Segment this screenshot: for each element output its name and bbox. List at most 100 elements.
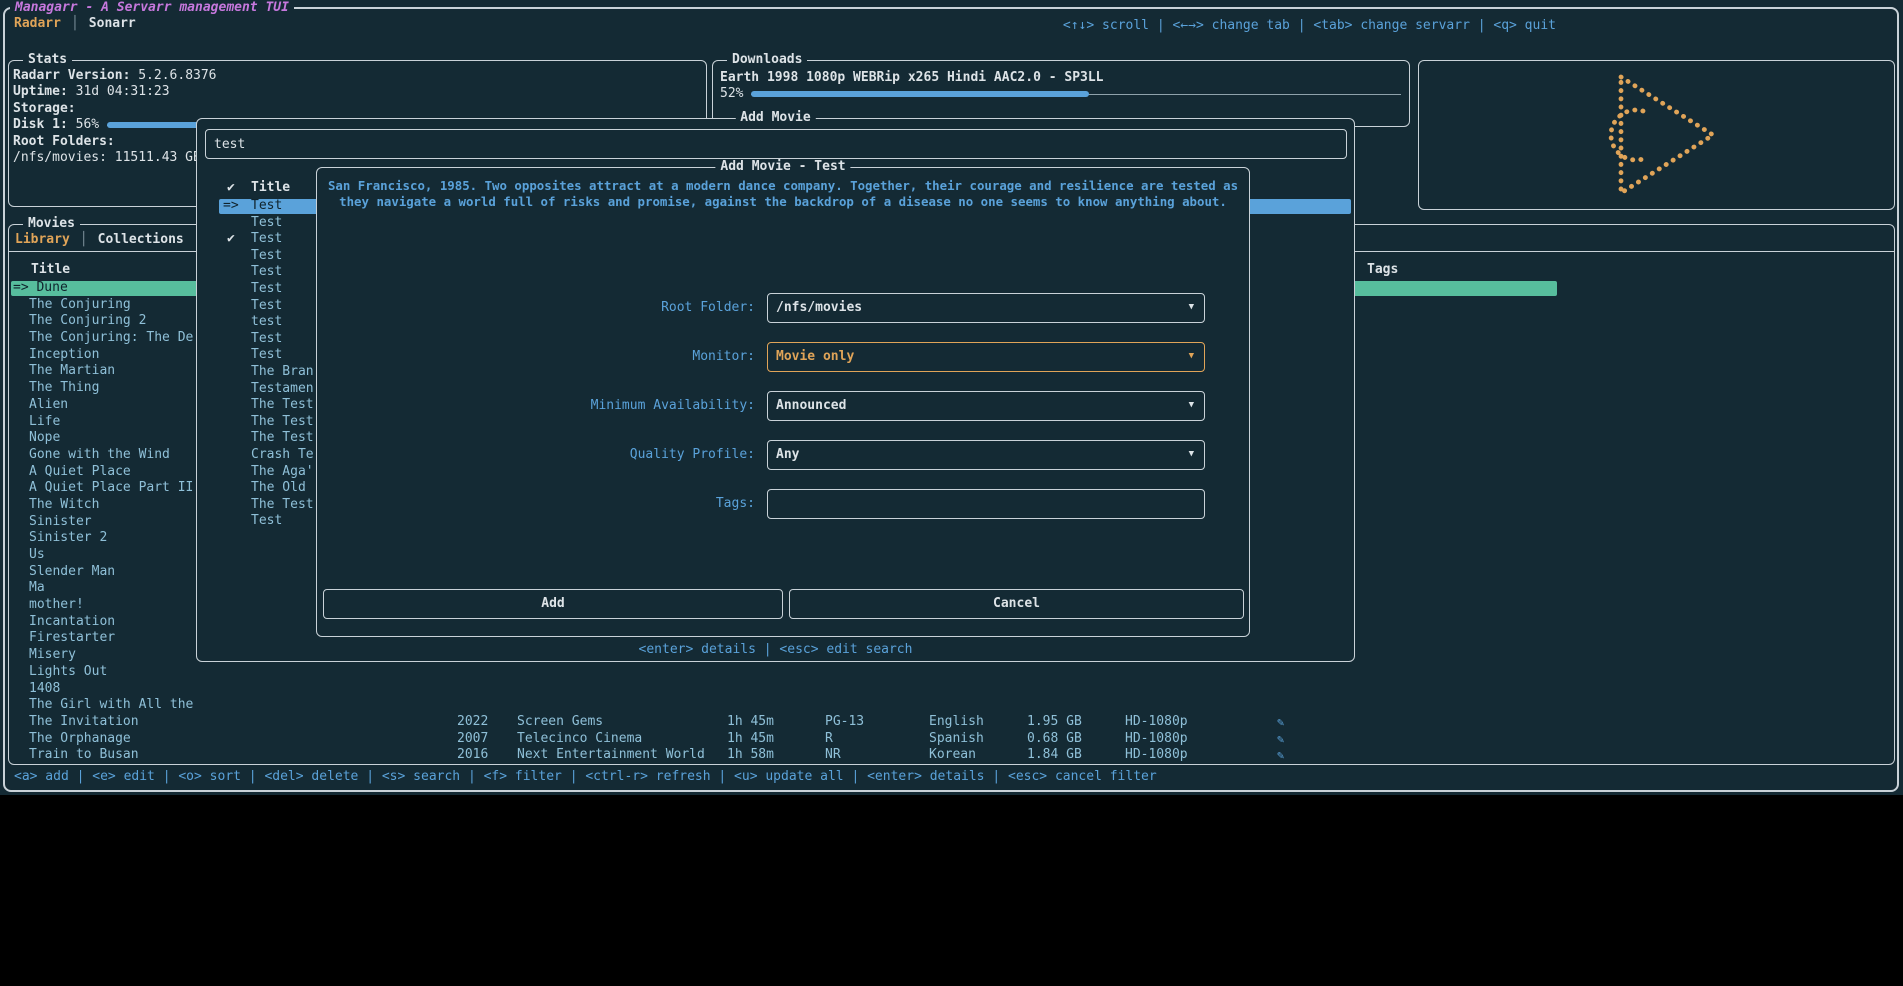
movie-title: Misery xyxy=(29,647,76,664)
movie-title: Slender Man xyxy=(29,564,115,581)
tab-library[interactable]: Library xyxy=(15,232,70,247)
search-input[interactable] xyxy=(206,130,1346,158)
movie-quality: HD-1080p xyxy=(1125,714,1188,731)
movie-title: A Quiet Place Part II xyxy=(29,480,193,497)
result-title: The Test xyxy=(251,497,314,514)
result-title: The Bran xyxy=(251,364,314,381)
column-header-title: Title xyxy=(31,262,70,277)
quality-profile-label: Quality Profile: xyxy=(317,440,755,470)
movie-language: Korean xyxy=(929,747,976,764)
movie-title: The Invitation xyxy=(29,714,139,731)
quality-profile-dropdown[interactable]: Any ▼ xyxy=(767,440,1205,470)
download-item: Earth 1998 1080p WEBRip x265 Hindi AAC2.… xyxy=(720,69,1401,86)
popup-keybind-help: <enter> details | <esc> edit search xyxy=(197,642,1354,657)
result-title: Test xyxy=(251,298,282,315)
movie-title: Sinister 2 xyxy=(29,530,107,547)
movie-size: 1.84 GB xyxy=(1027,747,1082,764)
root-folder-value: /nfs/movies xyxy=(776,294,862,321)
movies-tabs: Library │ Collections xyxy=(15,232,184,247)
monitor-dropdown[interactable]: Movie only ▼ xyxy=(767,342,1205,372)
column-header-check-icon: ✔ xyxy=(227,180,235,195)
movie-title: Train to Busan xyxy=(29,747,139,764)
monitor-row: Monitor: Movie only ▼ xyxy=(317,342,1249,372)
tab-separator: │ xyxy=(71,16,79,31)
tab-collections[interactable]: Collections xyxy=(98,232,184,247)
minimum-availability-row: Minimum Availability: Announced ▼ xyxy=(317,391,1249,421)
result-title: Test xyxy=(251,231,282,248)
uptime-label: Uptime: xyxy=(13,84,68,99)
minimum-availability-dropdown[interactable]: Announced ▼ xyxy=(767,391,1205,421)
movie-title: Firestarter xyxy=(29,630,115,647)
downloads-body: Earth 1998 1080p WEBRip x265 Hindi AAC2.… xyxy=(720,69,1401,102)
stats-panel-title: Stats xyxy=(23,52,72,67)
version-label: Radarr Version: xyxy=(13,68,130,83)
movie-row[interactable]: Train to Busan2016Next Entertainment Wor… xyxy=(11,747,1892,764)
movie-size: 1.95 GB xyxy=(1027,714,1082,731)
movie-row[interactable]: The Orphanage2007Telecinco Cinema1h 45mR… xyxy=(11,731,1892,748)
quality-profile-value: Any xyxy=(776,441,799,468)
movie-quality: HD-1080p xyxy=(1125,747,1188,764)
monitor-value: Movie only xyxy=(776,343,854,370)
tab-sonarr[interactable]: Sonarr xyxy=(89,16,136,31)
movie-language: Spanish xyxy=(929,731,984,748)
movie-size: 0.68 GB xyxy=(1027,731,1082,748)
add-movie-modal-title: Add Movie - Test xyxy=(715,159,850,174)
movie-title: Ma xyxy=(29,580,45,597)
monitor-label: Monitor: xyxy=(317,342,755,372)
movie-title: mother! xyxy=(29,597,84,614)
result-title: The Aga' xyxy=(251,464,314,481)
movie-rating: NR xyxy=(825,747,841,764)
result-title: Test xyxy=(251,264,282,281)
movie-title: The Conjuring: The De xyxy=(29,330,193,347)
chevron-down-icon: ▼ xyxy=(1189,294,1194,321)
movie-language: English xyxy=(929,714,984,731)
movie-title: The Witch xyxy=(29,497,99,514)
result-title: Test xyxy=(251,331,282,348)
chevron-down-icon: ▼ xyxy=(1189,343,1194,370)
movie-title: Incantation xyxy=(29,614,115,631)
result-title: Testamen xyxy=(251,381,314,398)
movie-year: 2022 xyxy=(457,714,488,731)
movie-runtime: 1h 58m xyxy=(727,747,774,764)
tab-separator: │ xyxy=(80,232,88,247)
uptime-line: Uptime: 31d 04:31:23 xyxy=(13,84,702,100)
downloads-panel-title: Downloads xyxy=(727,52,807,67)
movie-title: Life xyxy=(29,414,60,431)
result-title: Test xyxy=(251,248,282,265)
app-title: Managarr - A Servarr management TUI xyxy=(10,0,294,15)
movie-overview: San Francisco, 1985. Two opposites attra… xyxy=(325,178,1241,210)
managarr-terminal: Managarr - A Servarr management TUI Rada… xyxy=(0,0,1903,795)
version-value: 5.2.6.8376 xyxy=(138,68,216,83)
tab-radarr[interactable]: Radarr xyxy=(14,16,61,31)
root-folder-dropdown[interactable]: /nfs/movies ▼ xyxy=(767,293,1205,323)
movie-search-box xyxy=(205,129,1347,159)
movie-title: 1408 xyxy=(29,681,60,698)
result-title: The Old xyxy=(251,480,306,497)
disk-label: Disk 1: xyxy=(13,117,68,133)
chevron-down-icon: ▼ xyxy=(1189,441,1194,468)
cancel-button[interactable]: Cancel xyxy=(789,589,1244,619)
download-gauge-fill xyxy=(751,91,1089,97)
download-progress-gauge: 52% xyxy=(720,86,1401,102)
tags-label: Tags: xyxy=(317,489,755,519)
movie-row[interactable]: The Girl with All the xyxy=(11,697,1892,714)
version-line: Radarr Version: 5.2.6.8376 xyxy=(13,68,702,84)
movie-title: The Conjuring xyxy=(29,297,131,314)
movie-runtime: 1h 45m xyxy=(727,731,774,748)
keybind-help-top: <↑↓> scroll | <←→> change tab | <tab> ch… xyxy=(1063,18,1556,33)
movie-title: => Dune xyxy=(13,280,68,297)
radarr-logo-icon xyxy=(1577,67,1737,203)
chevron-down-icon: ▼ xyxy=(1189,392,1194,419)
movie-row[interactable]: Lights Out xyxy=(11,664,1892,681)
selection-arrow: => xyxy=(223,198,246,215)
add-movie-modal: Add Movie - Test San Francisco, 1985. Tw… xyxy=(316,167,1250,637)
minimum-availability-value: Announced xyxy=(776,392,846,419)
movie-title: The Martian xyxy=(29,363,115,380)
add-button[interactable]: Add xyxy=(323,589,783,619)
movie-row[interactable]: The Invitation2022Screen Gems1h 45mPG-13… xyxy=(11,714,1892,731)
movie-row[interactable]: 1408 xyxy=(11,681,1892,698)
movie-title: Nope xyxy=(29,430,60,447)
movie-title: The Thing xyxy=(29,380,99,397)
downloads-panel: Downloads Earth 1998 1080p WEBRip x265 H… xyxy=(712,60,1410,127)
tags-input[interactable] xyxy=(767,489,1205,519)
